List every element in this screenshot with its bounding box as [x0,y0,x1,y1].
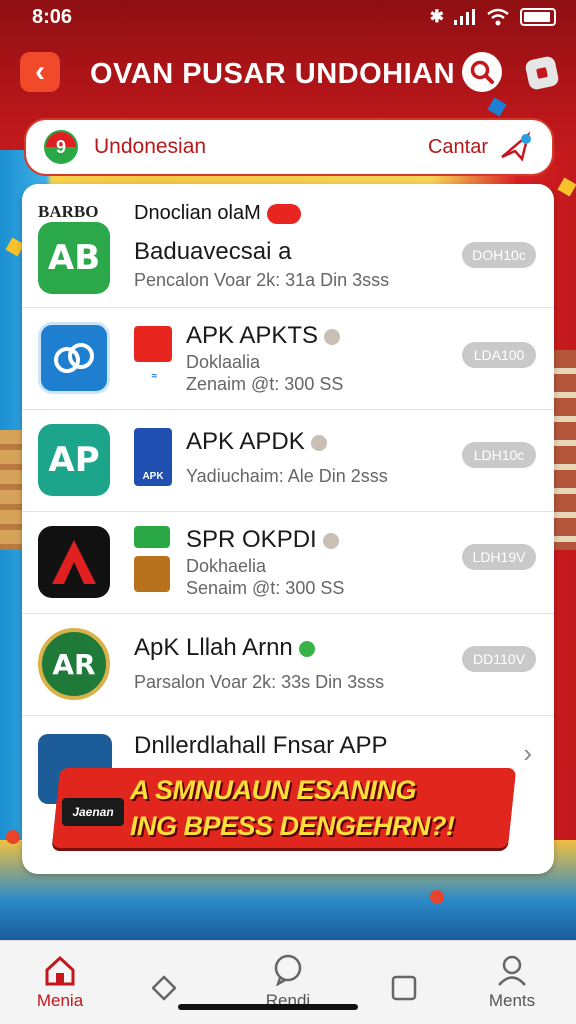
pill-label: LDA100 [473,347,525,363]
app-subtitle: Dokhaelia [186,556,267,576]
app-meta: Senaim @t: 300 SS [186,578,345,598]
app-name-text: APK APKTS [186,322,319,349]
home-indicator[interactable] [178,1004,358,1010]
app-meta: Zenaim @t: 300 SS [186,374,344,394]
region-label: Undonesian [94,135,207,158]
chevron-right-icon[interactable]: › [523,738,532,769]
app-icon-cloud[interactable] [38,322,110,394]
building-decoration-left [0,430,24,550]
promo-line-1: A SMNUAUN ESANING [130,775,417,805]
featured-heading: Dnoclian olaM [134,202,301,225]
nav-home[interactable]: Menia [20,953,100,1011]
app-icon-text: AP [48,440,100,480]
featured-app-meta: Pencalon Voar 2k: 31a Din 3sss [134,270,390,290]
app-row[interactable]: SPR OKPDI Dokhaelia Senaim @t: 300 SS LD… [22,512,554,614]
verified-icon [324,328,341,345]
nav-square[interactable] [364,953,444,1009]
battery-icon [520,8,556,26]
region-action-label[interactable]: Cantar [428,136,488,159]
promo-tag: Jaenan [62,798,124,826]
featured-app-icon[interactable]: AB [38,222,110,294]
nav-user[interactable]: Ments [472,953,552,1011]
red-slash-icon [52,540,96,584]
region-selector[interactable]: 9 Undonesian Cantar [24,118,554,176]
flag-icon: 9 [44,130,78,164]
mini-badge-icon [134,326,172,362]
promo-text[interactable]: A SMNUAUN ESANING ING BPESS DENGEHRN?! [130,772,510,844]
mini-badge-icon [134,526,170,548]
bluetooth-icon: ✱ [429,7,444,26]
download-button[interactable]: LDH19V [462,544,536,570]
back-button[interactable]: ‹ [20,52,60,92]
app-meta: Parsalon Voar 2k: 33s Din 3sss [134,672,385,692]
featured-app-name: Baduavecsai a [134,238,292,265]
status-time: 8:06 [32,5,73,28]
download-button[interactable]: LDA100 [462,342,536,368]
app-icon-red-slash[interactable] [38,526,110,598]
app-name: APK APDK [186,428,327,456]
app-icon-text: AR [52,647,96,681]
user-icon [472,953,552,987]
download-button[interactable]: DD110V [462,646,536,672]
featured-pill-label: DOH10c [472,247,526,263]
app-subtitle: Doklaalia [186,352,261,372]
app-icon-ar[interactable]: AR [38,628,110,700]
promo-line-2: ING BPESS DENGEHRN?! [130,811,455,841]
app-name: SPR OKPDI [186,526,339,554]
cloud-link-icon [54,343,94,373]
tag-icon [124,971,204,1005]
square-icon [364,971,444,1005]
app-icon-ap[interactable]: AP [38,424,110,496]
nav-home-label: Menia [36,991,84,1010]
online-icon [298,640,315,657]
paper-plane-icon[interactable] [498,129,534,165]
menu-button[interactable] [524,55,560,91]
more-apps-label: Dnllerdlahall Fnsar APP [134,732,388,759]
pill-label: DD110V [473,651,525,667]
app-name: ApK Lllah Arnn [134,634,315,662]
search-icon [470,60,494,84]
back-icon: ‹ [35,55,45,88]
featured-tag: BARBO [38,202,99,221]
app-meta: Yadiuchaim: Ale Din 2sss [186,466,388,486]
pill-label: LDH19V [472,549,526,565]
flag-glyph: 9 [55,136,66,157]
app-row[interactable]: AR ApK Lllah Arnn Parsalon Voar 2k: 33s … [22,614,554,716]
featured-app-row[interactable]: BARBO Dnoclian olaM AB Baduavecsai a Pen… [22,184,554,308]
bottom-navigation: Menia Rendi Ments [0,940,576,1024]
menu-icon [536,67,548,79]
featured-download-button[interactable]: DOH10c [462,242,536,268]
app-name-text: SPR OKPDI [186,526,317,553]
featured-app-icon-text: AB [47,238,101,278]
nav-chat[interactable]: Rendi [248,953,328,1011]
download-button[interactable]: LDH10c [462,442,536,468]
nav-user-label: Ments [488,991,536,1010]
page-title: OVAN PUSAR UNDOHIAN [90,58,456,90]
featured-heading-text: Dnoclian olaM [134,202,261,224]
apk-mini-label: APK [142,471,164,482]
chat-icon [248,953,328,987]
search-button[interactable] [462,52,502,92]
verified-icon [310,434,327,451]
signal-icon [454,9,475,25]
verified-icon [322,532,339,549]
nav-tag[interactable] [124,953,204,1009]
app-name: APK APKTS [186,322,341,350]
home-icon [20,953,100,987]
app-row[interactable]: AP APK APK APDK Yadiuchaim: Ale Din 2sss… [22,410,554,512]
app-name-text: APK APDK [186,428,305,455]
pill-label: LDH10c [473,447,525,463]
app-row[interactable]: ≈ APK APKTS Doklaalia Zenaim @t: 300 SS … [22,308,554,410]
wifi-icon [487,8,509,26]
app-name-text: ApK Lllah Arnn [134,634,293,661]
youtube-badge-icon [266,203,301,224]
app-header: ‹ OVAN PUSAR UNDOHIAN [0,44,576,104]
status-bar: 8:06 ✱ [0,0,576,34]
logo-mark-icon: ≈ [151,370,157,382]
mini-tool-icon [134,556,170,592]
status-icons: ✱ [430,7,556,27]
apk-mini-icon: APK [134,428,172,486]
